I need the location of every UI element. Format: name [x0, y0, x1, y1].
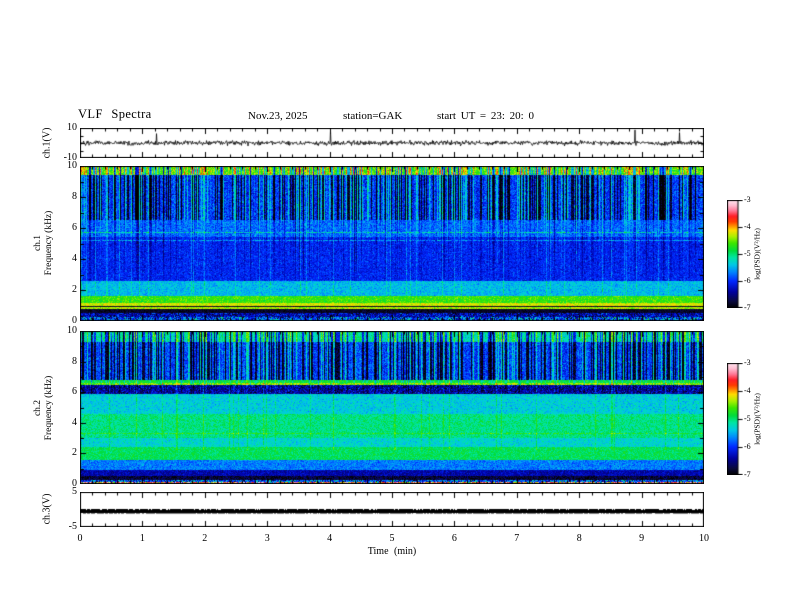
spec1-ytick-label: 4 — [72, 253, 77, 264]
date-label: Nov.23, 2025 — [248, 110, 308, 122]
time-xtick-label: 0 — [77, 533, 83, 544]
spec1-axis-label: ch.1 Frequency (kHz) — [33, 211, 55, 276]
time-xtick-label: 7 — [514, 533, 520, 544]
colorbar2-unit-label: log(PSD)(V²/Hz) — [752, 393, 762, 445]
colorbar-spec2 — [727, 363, 743, 475]
ch2-spectrogram-panel — [80, 331, 704, 484]
colorbar1-tick-label: -6 — [744, 276, 751, 285]
colorbar1-tick-label: -4 — [744, 222, 751, 231]
time-xtick-label: 5 — [389, 533, 395, 544]
spec2-ytick-label: 6 — [72, 386, 77, 398]
time-xtick-label: 9 — [639, 533, 645, 544]
colorbar2-tick-label: -5 — [744, 414, 751, 423]
time-xtick-label: 2 — [202, 533, 208, 544]
ch3-ytick-label: -5 — [68, 521, 77, 532]
spec1-axis-label-channel: ch.1 — [33, 234, 43, 252]
spec1-axis-label-frequency: Frequency (kHz) — [44, 210, 54, 276]
colorbar1-tick-label: -3 — [744, 195, 751, 204]
station-label: station=GAK — [343, 110, 403, 122]
start-ut-label: start UT = 23: 20: 0 — [437, 110, 534, 122]
figure-title: VLF Spectra — [78, 107, 152, 121]
colorbar2-tick-label: -3 — [744, 358, 751, 367]
ch1-waveform-panel — [80, 128, 704, 158]
ch1-spectrogram-panel — [80, 166, 704, 321]
ch3-axis-label: ch.3(V) — [41, 493, 53, 525]
time-xtick-label: 6 — [451, 533, 457, 544]
ch3-waveform-panel — [80, 492, 704, 527]
time-xtick-label: 4 — [327, 533, 333, 544]
ch1-ytick-label: 10 — [67, 122, 77, 133]
time-xtick-label: 3 — [264, 533, 270, 544]
colorbar-spec1 — [727, 200, 743, 308]
time-xtick-label: 10 — [699, 533, 709, 544]
colorbar1-tick-label: -7 — [744, 303, 751, 312]
spec1-ytick-label: 8 — [72, 191, 77, 202]
spec2-ytick-label: 4 — [72, 416, 77, 428]
spec2-ytick-label: 2 — [72, 447, 77, 459]
time-xtick-label: 8 — [576, 533, 582, 544]
colorbar1-unit-label: log(PSD)(V²/Hz) — [752, 228, 762, 280]
colorbar2-tick-label: -4 — [744, 386, 751, 395]
spec1-ytick-label: 2 — [72, 284, 77, 295]
colorbar2-tick-label: -7 — [744, 470, 751, 479]
spec2-ytick-label: 10 — [67, 325, 77, 336]
spec2-ytick-label: 8 — [72, 355, 77, 367]
time-axis-label: Time (min) — [367, 546, 417, 557]
colorbar1-tick-label: -5 — [744, 249, 751, 258]
spec1-ytick-label: 10 — [67, 160, 77, 171]
ch3-ytick-label: 5 — [72, 486, 77, 497]
vlf-spectra-figure: VLF Spectra Nov.23, 2025 station=GAK sta… — [0, 0, 792, 612]
time-xtick-label: 1 — [139, 533, 145, 544]
spec1-ytick-label: 6 — [72, 222, 77, 233]
colorbar2-tick-label: -6 — [744, 442, 751, 451]
